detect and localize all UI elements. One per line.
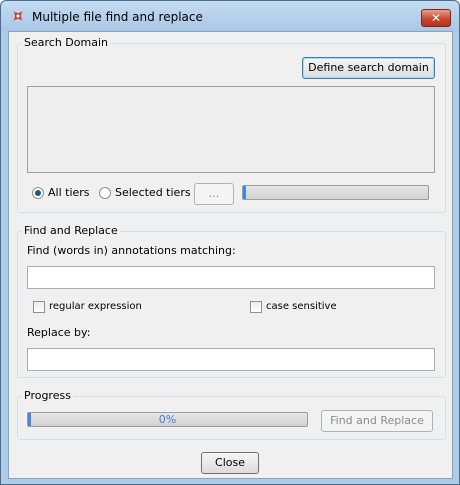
search-domain-list[interactable] [27, 86, 435, 173]
dialog-content: Search Domain Define search domain All t… [8, 31, 453, 479]
progress-percent-text: 0% [158, 413, 177, 426]
close-icon: ✕ [430, 11, 442, 25]
find-input[interactable] [27, 266, 435, 289]
find-label: Find (words in) annotations matching: [27, 244, 236, 257]
app-icon [13, 11, 23, 21]
replace-input[interactable] [27, 348, 435, 371]
regular-expression-checkbox[interactable] [33, 301, 45, 313]
selected-tiers-radio[interactable] [99, 187, 111, 199]
browse-tiers-button[interactable]: ... [194, 183, 234, 205]
regular-expression-label: regular expression [49, 301, 142, 312]
all-tiers-radio[interactable] [32, 187, 44, 199]
window-close-button[interactable]: ✕ [421, 9, 451, 27]
all-tiers-label: All tiers [48, 186, 90, 199]
search-domain-progress-fill [243, 186, 246, 199]
define-search-domain-button[interactable]: Define search domain [302, 57, 435, 79]
replace-label: Replace by: [27, 326, 91, 339]
find-replace-progress: 0% [27, 412, 308, 427]
case-sensitive-label: case sensitive [266, 301, 337, 312]
find-replace-legend: Find and Replace [22, 224, 120, 237]
title-bar[interactable]: Multiple file find and replace ✕ [1, 1, 459, 31]
case-sensitive-checkbox[interactable] [250, 301, 262, 313]
close-button[interactable]: Close [201, 452, 259, 474]
selected-tiers-label: Selected tiers [115, 186, 191, 199]
window-title: Multiple file find and replace [32, 10, 203, 24]
radio-selected-dot [35, 190, 41, 196]
search-domain-legend: Search Domain [22, 36, 110, 49]
dialog-window: Multiple file find and replace ✕ Search … [0, 0, 460, 485]
find-and-replace-button[interactable]: Find and Replace [321, 410, 433, 432]
search-domain-progress [242, 185, 429, 200]
progress-legend: Progress [22, 389, 73, 402]
